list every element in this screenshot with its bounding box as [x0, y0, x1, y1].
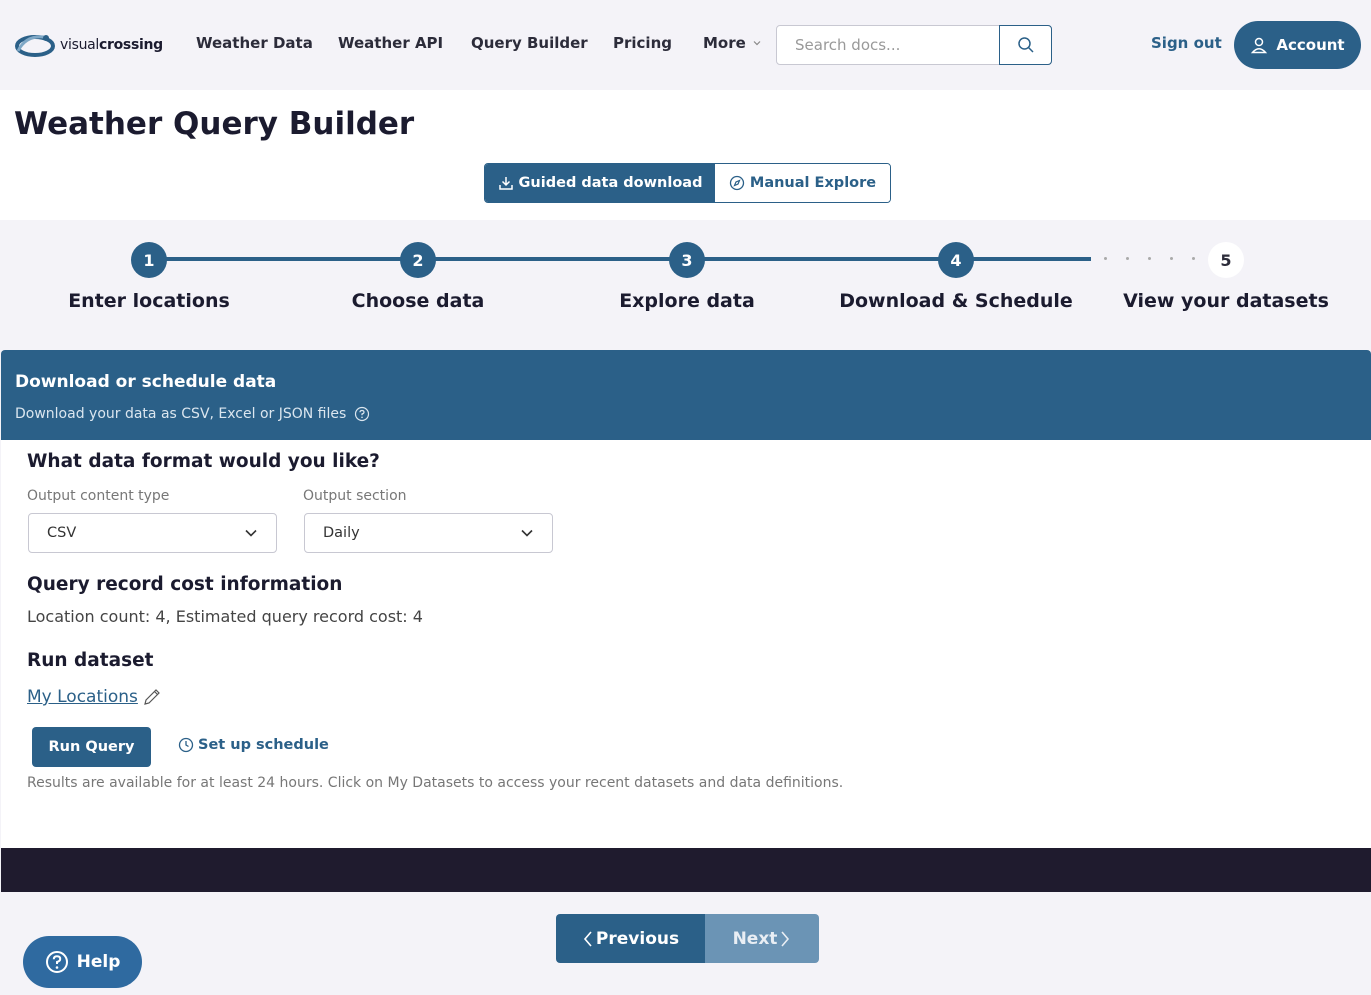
stepper-dot: [1104, 257, 1107, 260]
output-section-select[interactable]: Daily: [304, 513, 553, 553]
nav-weather-data[interactable]: Weather Data: [196, 34, 313, 52]
dataset-name-link[interactable]: My Locations: [27, 687, 162, 707]
chevron-right-icon: [781, 930, 790, 947]
top-navbar: visualcrossing Weather Data Weather API …: [0, 0, 1371, 90]
help-circle-icon[interactable]: [354, 406, 370, 422]
search-button[interactable]: [999, 25, 1052, 65]
manual-explore-label: Manual Explore: [749, 175, 877, 191]
stepper-dot: [1148, 257, 1151, 260]
step-4-circle[interactable]: 4: [938, 242, 974, 278]
card-subtitle: Download your data as CSV, Excel or JSON…: [15, 406, 370, 422]
account-label: Account: [1276, 36, 1345, 54]
format-heading: What data format would you like?: [27, 451, 380, 472]
guided-download-label: Guided data download: [518, 175, 703, 191]
card-title: Download or schedule data: [15, 372, 277, 392]
step-1-label[interactable]: Enter locations: [19, 290, 279, 312]
next-label: Next: [732, 928, 778, 949]
content-type-label: Output content type: [27, 488, 170, 504]
step-4-label[interactable]: Download & Schedule: [826, 290, 1086, 312]
next-button[interactable]: Next: [705, 914, 819, 963]
run-dataset-heading: Run dataset: [27, 650, 154, 671]
cost-info-text: Location count: 4, Estimated query recor…: [27, 607, 423, 626]
chevron-down-icon: [521, 529, 533, 537]
set-up-schedule-link[interactable]: Set up schedule: [178, 737, 329, 753]
help-label: Help: [76, 952, 121, 972]
search-box: [776, 25, 1052, 65]
logo-swirl-icon: [15, 35, 55, 57]
page-title: Weather Query Builder: [14, 106, 415, 142]
previous-button[interactable]: Previous: [556, 914, 705, 963]
progress-stepper: 1 2 3 4 5 Enter locations Choose data Ex…: [0, 220, 1371, 348]
mode-toggle: Guided data download Manual Explore: [484, 163, 891, 203]
guided-download-tab[interactable]: Guided data download: [485, 164, 715, 202]
compass-icon: [729, 175, 745, 191]
step-3-circle[interactable]: 3: [669, 242, 705, 278]
nav-more-dropdown[interactable]: More: [703, 34, 762, 52]
manual-explore-tab[interactable]: Manual Explore: [715, 164, 890, 202]
chevron-down-icon: [245, 529, 257, 537]
step-2-circle[interactable]: 2: [400, 242, 436, 278]
stepper-dot: [1126, 257, 1129, 260]
step-3-label[interactable]: Explore data: [557, 290, 817, 312]
clock-icon: [178, 737, 194, 753]
step-1-circle[interactable]: 1: [131, 242, 167, 278]
step-navigation: Previous Next: [556, 914, 819, 963]
nav-query-builder[interactable]: Query Builder: [471, 34, 588, 52]
results-note: Results are available for at least 24 ho…: [27, 775, 844, 791]
chevron-down-icon: [753, 41, 761, 46]
download-card-header: Download or schedule data Download your …: [1, 350, 1371, 440]
nav-weather-api[interactable]: Weather API: [338, 34, 443, 52]
chevron-left-icon: [583, 930, 592, 947]
visualcrossing-logo[interactable]: visualcrossing: [14, 30, 163, 60]
logo-text: visualcrossing: [60, 37, 163, 53]
stepper-dot: [1170, 257, 1173, 260]
previous-label: Previous: [595, 928, 680, 949]
nav-more-label: More: [703, 34, 746, 52]
set-up-schedule-label: Set up schedule: [198, 737, 329, 753]
step-5-label[interactable]: View your datasets: [1096, 290, 1356, 312]
account-button[interactable]: Account: [1234, 21, 1361, 69]
content-type-value: CSV: [47, 525, 77, 541]
help-button[interactable]: Help: [23, 936, 142, 988]
pencil-icon[interactable]: [142, 687, 162, 707]
card-subtitle-text: Download your data as CSV, Excel or JSON…: [15, 406, 347, 422]
cost-heading: Query record cost information: [27, 574, 343, 595]
user-icon: [1251, 37, 1268, 54]
dataset-name: My Locations: [27, 687, 138, 707]
step-2-label[interactable]: Choose data: [288, 290, 548, 312]
run-query-button[interactable]: Run Query: [32, 727, 151, 767]
footer-bar: [1, 848, 1371, 892]
output-section-label: Output section: [303, 488, 407, 504]
search-input[interactable]: [777, 26, 1000, 64]
sign-out-link[interactable]: Sign out: [1151, 34, 1222, 52]
question-circle-icon: [45, 951, 68, 973]
nav-pricing[interactable]: Pricing: [613, 34, 672, 52]
search-icon: [1017, 37, 1034, 53]
content-type-select[interactable]: CSV: [28, 513, 277, 553]
output-section-value: Daily: [323, 525, 360, 541]
stepper-dot: [1192, 257, 1195, 260]
step-5-circle[interactable]: 5: [1208, 242, 1244, 278]
download-icon: [498, 177, 513, 190]
